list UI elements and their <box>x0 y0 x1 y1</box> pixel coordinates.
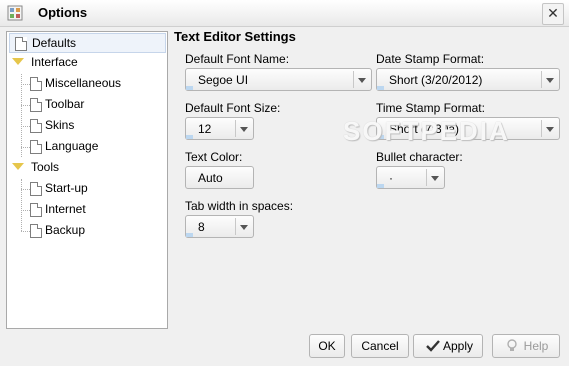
tree-item-defaults[interactable]: Defaults <box>9 33 166 53</box>
tree-item-label: Skins <box>45 118 75 132</box>
bullet-character-select[interactable]: · <box>376 166 445 189</box>
document-icon <box>30 119 42 133</box>
document-icon <box>30 224 42 238</box>
close-icon: ✕ <box>547 5 559 21</box>
options-tree[interactable]: Defaults Interface Miscellaneous Toolbar… <box>6 31 168 329</box>
tree-connector <box>21 74 22 157</box>
tab-width-label: Tab width in spaces: <box>185 199 294 213</box>
tree-item-label: Internet <box>45 202 86 216</box>
document-icon <box>30 182 42 196</box>
tree-item-interface[interactable]: Interface <box>9 52 159 72</box>
text-color-button[interactable]: Auto <box>185 166 254 189</box>
bullet-character-label: Bullet character: <box>376 150 463 164</box>
date-stamp-format-value: Short (3/20/2012) <box>389 73 483 87</box>
ok-button[interactable]: OK <box>309 334 345 358</box>
settings-icon <box>7 5 23 21</box>
tree-item-label: Language <box>45 139 99 153</box>
tree-item-startup[interactable]: Start-up <box>27 178 157 198</box>
window-title: Options <box>38 5 88 20</box>
text-color-label: Text Color: <box>185 150 243 164</box>
default-font-size-value: 12 <box>198 122 212 136</box>
tree-item-toolbar[interactable]: Toolbar <box>27 94 157 114</box>
chevron-down-icon[interactable] <box>426 169 444 186</box>
combo-corner <box>186 233 193 237</box>
tree-item-backup[interactable]: Backup <box>27 220 157 240</box>
combo-corner <box>186 135 193 139</box>
default-font-size-select[interactable]: 12 <box>185 117 254 140</box>
tree-item-label: Interface <box>31 55 78 69</box>
tab-width-value: 8 <box>198 220 205 234</box>
tree-item-label: Defaults <box>32 36 77 50</box>
time-stamp-format-label: Time Stamp Format: <box>376 101 485 115</box>
default-font-name-label: Default Font Name: <box>185 52 290 66</box>
chevron-down-icon[interactable] <box>541 120 559 137</box>
bullet-character-value: · <box>389 171 393 185</box>
section-title: Text Editor Settings <box>174 29 296 44</box>
tree-item-label: Backup <box>45 223 86 237</box>
apply-button[interactable]: Apply <box>413 334 483 358</box>
document-icon <box>30 98 42 112</box>
document-icon <box>30 77 42 91</box>
close-button[interactable]: ✕ <box>542 3 564 25</box>
expand-arrow-icon[interactable] <box>12 58 24 65</box>
ok-label: OK <box>318 339 336 353</box>
combo-corner <box>186 86 193 90</box>
tree-item-miscellaneous[interactable]: Miscellaneous <box>27 73 157 93</box>
chevron-down-icon[interactable] <box>541 71 559 88</box>
tree-item-label: Start-up <box>45 181 88 195</box>
default-font-name-value: Segoe UI <box>198 73 249 87</box>
apply-label: Apply <box>442 339 474 353</box>
tree-item-skins[interactable]: Skins <box>27 115 157 135</box>
chevron-down-icon[interactable] <box>353 71 371 88</box>
default-font-size-label: Default Font Size: <box>185 101 281 115</box>
tab-width-select[interactable]: 8 <box>185 215 254 238</box>
combo-corner <box>377 86 384 90</box>
tree-item-label: Miscellaneous <box>45 76 122 90</box>
combo-corner <box>377 184 384 188</box>
cancel-label: Cancel <box>361 339 399 353</box>
help-label: Help <box>523 339 549 353</box>
chevron-down-icon[interactable] <box>235 218 253 235</box>
tree-item-internet[interactable]: Internet <box>27 199 157 219</box>
expand-arrow-icon[interactable] <box>12 163 24 170</box>
default-font-name-select[interactable]: Segoe UI <box>185 68 372 91</box>
date-stamp-format-label: Date Stamp Format: <box>376 52 485 66</box>
tree-item-label: Toolbar <box>45 97 85 111</box>
watermark: SOFTPEDIA <box>343 116 510 146</box>
tree-connector <box>21 179 22 231</box>
document-icon <box>30 203 42 217</box>
date-stamp-format-select[interactable]: Short (3/20/2012) <box>376 68 560 91</box>
document-icon <box>15 37 27 51</box>
help-button[interactable]: Help <box>492 334 560 358</box>
cancel-button[interactable]: Cancel <box>351 334 409 358</box>
tree-item-language[interactable]: Language <box>27 136 157 156</box>
tree-item-tools[interactable]: Tools <box>9 157 159 177</box>
text-color-value: Auto <box>198 171 223 185</box>
title-bar: Options ✕ <box>0 0 569 27</box>
document-icon <box>30 140 42 154</box>
chevron-down-icon[interactable] <box>235 120 253 137</box>
tree-item-label: Tools <box>31 160 60 174</box>
